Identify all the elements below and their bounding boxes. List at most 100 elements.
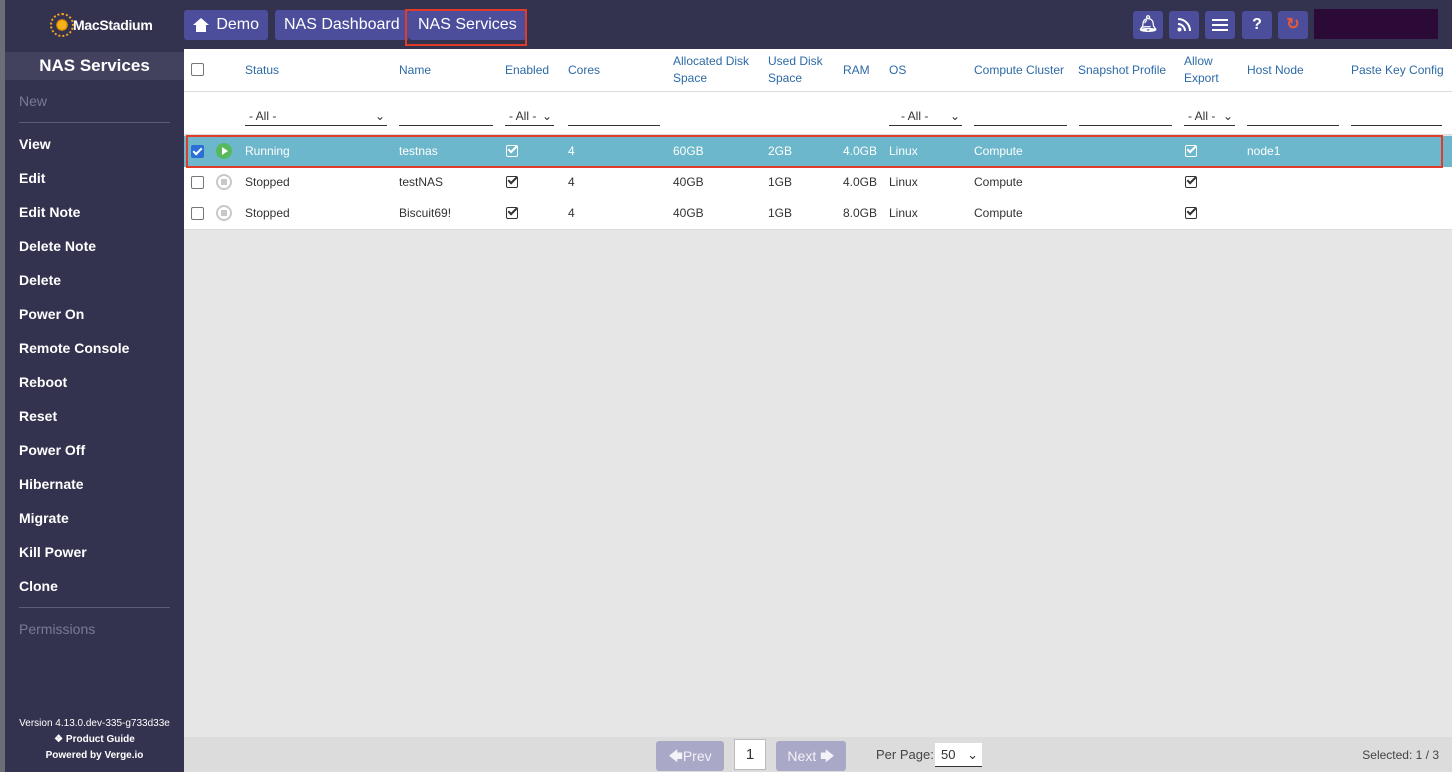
col-allocated-disk-line1: Allocated Disk: [673, 54, 750, 68]
status-cell: Stopped: [245, 206, 290, 220]
col-os[interactable]: OS: [889, 49, 906, 91]
prev-button[interactable]: 🡄Prev: [656, 741, 724, 771]
paste-key-config-filter-input[interactable]: [1351, 106, 1442, 126]
col-cores[interactable]: Cores: [568, 49, 600, 91]
col-used-disk[interactable]: Used Disk Space: [768, 49, 823, 91]
logo-text: MacStadium: [73, 17, 153, 33]
help-icon[interactable]: ?: [1242, 11, 1272, 39]
menu-item-edit-note[interactable]: Edit Note: [5, 195, 184, 229]
version-text: Version 4.13.0.dev-335-g733d33e: [19, 718, 170, 729]
allow-export-filter-select[interactable]: - All - ⌄: [1184, 106, 1235, 126]
stopped-status-icon: [216, 205, 232, 221]
compute-cluster-cell: Compute: [974, 206, 1023, 220]
status-cell: Stopped: [245, 175, 290, 189]
menu-item-power-off[interactable]: Power Off: [5, 433, 184, 467]
menu-item-migrate[interactable]: Migrate: [5, 501, 184, 535]
row-checkbox[interactable]: [191, 176, 204, 189]
chevron-down-icon: ⌄: [1222, 109, 1233, 123]
name-cell: testNAS: [399, 175, 444, 189]
menu-item-remote-console[interactable]: Remote Console: [5, 331, 184, 365]
user-menu[interactable]: [1314, 9, 1438, 39]
list-icon[interactable]: [1205, 11, 1235, 39]
col-allow-export[interactable]: Allow Export: [1184, 49, 1219, 91]
product-guide-label: Product Guide: [65, 734, 135, 745]
name-filter-input[interactable]: [399, 106, 493, 126]
menu-item-hibernate[interactable]: Hibernate: [5, 467, 184, 501]
bell-icon[interactable]: 🔔︎: [1133, 11, 1163, 39]
menu-item-power-on[interactable]: Power On: [5, 297, 184, 331]
col-allocated-disk-line2: Space: [673, 71, 708, 85]
col-allocated-disk[interactable]: Allocated Disk Space: [673, 49, 749, 91]
compute-cluster-filter-input[interactable]: [974, 106, 1067, 126]
macstadium-logo[interactable]: MacStadium: [50, 10, 153, 40]
ram-cell: 4.0GB: [843, 175, 878, 189]
table-row[interactable]: Stopped testNAS 4 40GB 1GB 4.0GB Linux C…: [184, 167, 1452, 199]
page-number-input[interactable]: 1: [734, 739, 766, 770]
row-checkbox[interactable]: [191, 207, 204, 220]
col-allow-export-line1: Allow: [1184, 54, 1213, 68]
sidebar-footer: Version 4.13.0.dev-335-g733d33e ❖ Produc…: [5, 716, 184, 772]
enabled-filter-value: - All -: [509, 109, 537, 123]
enabled-check-icon: [506, 207, 518, 219]
home-icon: [193, 18, 210, 32]
col-status[interactable]: Status: [245, 49, 279, 91]
col-paste-key-config[interactable]: Paste Key Config: [1351, 49, 1444, 91]
sidebar-menu: New View Edit Edit Note Delete Note Dele…: [5, 84, 184, 646]
select-all-checkbox[interactable]: [191, 63, 204, 76]
col-host-node[interactable]: Host Node: [1247, 49, 1304, 91]
sidebar: MacStadium NAS Services New View Edit Ed…: [5, 0, 184, 772]
snapshot-profile-filter-input[interactable]: [1079, 106, 1172, 126]
powered-by-text[interactable]: Powered by Verge.io: [5, 748, 184, 764]
menu-item-edit[interactable]: Edit: [5, 161, 184, 195]
next-button[interactable]: Next 🡆: [776, 741, 846, 771]
chevron-down-icon: ⌄: [374, 109, 385, 123]
col-name[interactable]: Name: [399, 49, 431, 91]
rss-icon[interactable]: [1169, 11, 1199, 39]
menu-item-reboot[interactable]: Reboot: [5, 365, 184, 399]
col-used-disk-line2: Space: [768, 71, 803, 85]
col-enabled[interactable]: Enabled: [505, 49, 549, 91]
ram-cell: 8.0GB: [843, 206, 878, 220]
status-filter-value: - All -: [249, 109, 277, 123]
highlight-box: [405, 9, 527, 46]
pagination-bar: 🡄Prev 1 Next 🡆 Per Page: 50 ⌄ Selected: 1…: [184, 737, 1452, 772]
menu-item-delete-note[interactable]: Delete Note: [5, 229, 184, 263]
cores-cell: 4: [568, 175, 575, 189]
os-cell: Linux: [889, 175, 918, 189]
prev-label: Prev: [682, 748, 712, 764]
enabled-filter-select[interactable]: - All - ⌄: [505, 106, 554, 126]
arrow-left-icon: 🡄: [668, 748, 683, 764]
menu-item-kill-power[interactable]: Kill Power: [5, 535, 184, 569]
menu-item-clone[interactable]: Clone: [5, 569, 184, 603]
highlight-box: [186, 135, 1443, 168]
help-circle-icon: ❖: [54, 734, 64, 745]
breadcrumb-home-label: Demo: [216, 16, 259, 33]
col-snapshot-profile[interactable]: Snapshot Profile: [1078, 49, 1166, 91]
name-cell: Biscuit69!: [399, 206, 452, 220]
col-ram[interactable]: RAM: [843, 49, 870, 91]
col-allow-export-line2: Export: [1184, 71, 1219, 85]
host-node-filter-input[interactable]: [1247, 106, 1339, 126]
cores-filter-input[interactable]: [568, 106, 660, 126]
product-guide-link[interactable]: ❖ Product Guide: [5, 732, 184, 748]
breadcrumb-home[interactable]: Demo: [184, 10, 268, 40]
used-disk-cell: 1GB: [768, 175, 793, 189]
refresh-icon[interactable]: ↻: [1278, 11, 1308, 39]
col-used-disk-line1: Used Disk: [768, 54, 823, 68]
chevron-down-icon: ⌄: [949, 109, 960, 123]
allocated-disk-cell: 40GB: [673, 206, 704, 220]
menu-item-new: New: [19, 93, 48, 109]
breadcrumb-nas-dashboard[interactable]: NAS Dashboard: [275, 10, 409, 40]
col-compute-cluster[interactable]: Compute Cluster: [974, 49, 1064, 91]
menu-item-view[interactable]: View: [5, 127, 184, 161]
arrow-right-icon: 🡆: [820, 748, 835, 764]
per-page-select[interactable]: 50 ⌄: [935, 743, 982, 767]
status-filter-select[interactable]: - All - ⌄: [245, 106, 387, 126]
os-filter-select[interactable]: - All - ⌄: [889, 106, 962, 126]
selected-count: Selected: 1 / 3: [1362, 748, 1439, 762]
menu-item-reset[interactable]: Reset: [5, 399, 184, 433]
menu-item-delete[interactable]: Delete: [5, 263, 184, 297]
filter-row: - All - ⌄ - All - ⌄ - All - ⌄ - All - ⌄: [184, 92, 1452, 135]
table-row[interactable]: Stopped Biscuit69! 4 40GB 1GB 8.0GB Linu…: [184, 198, 1452, 230]
menu-item-permissions: Permissions: [19, 621, 96, 637]
